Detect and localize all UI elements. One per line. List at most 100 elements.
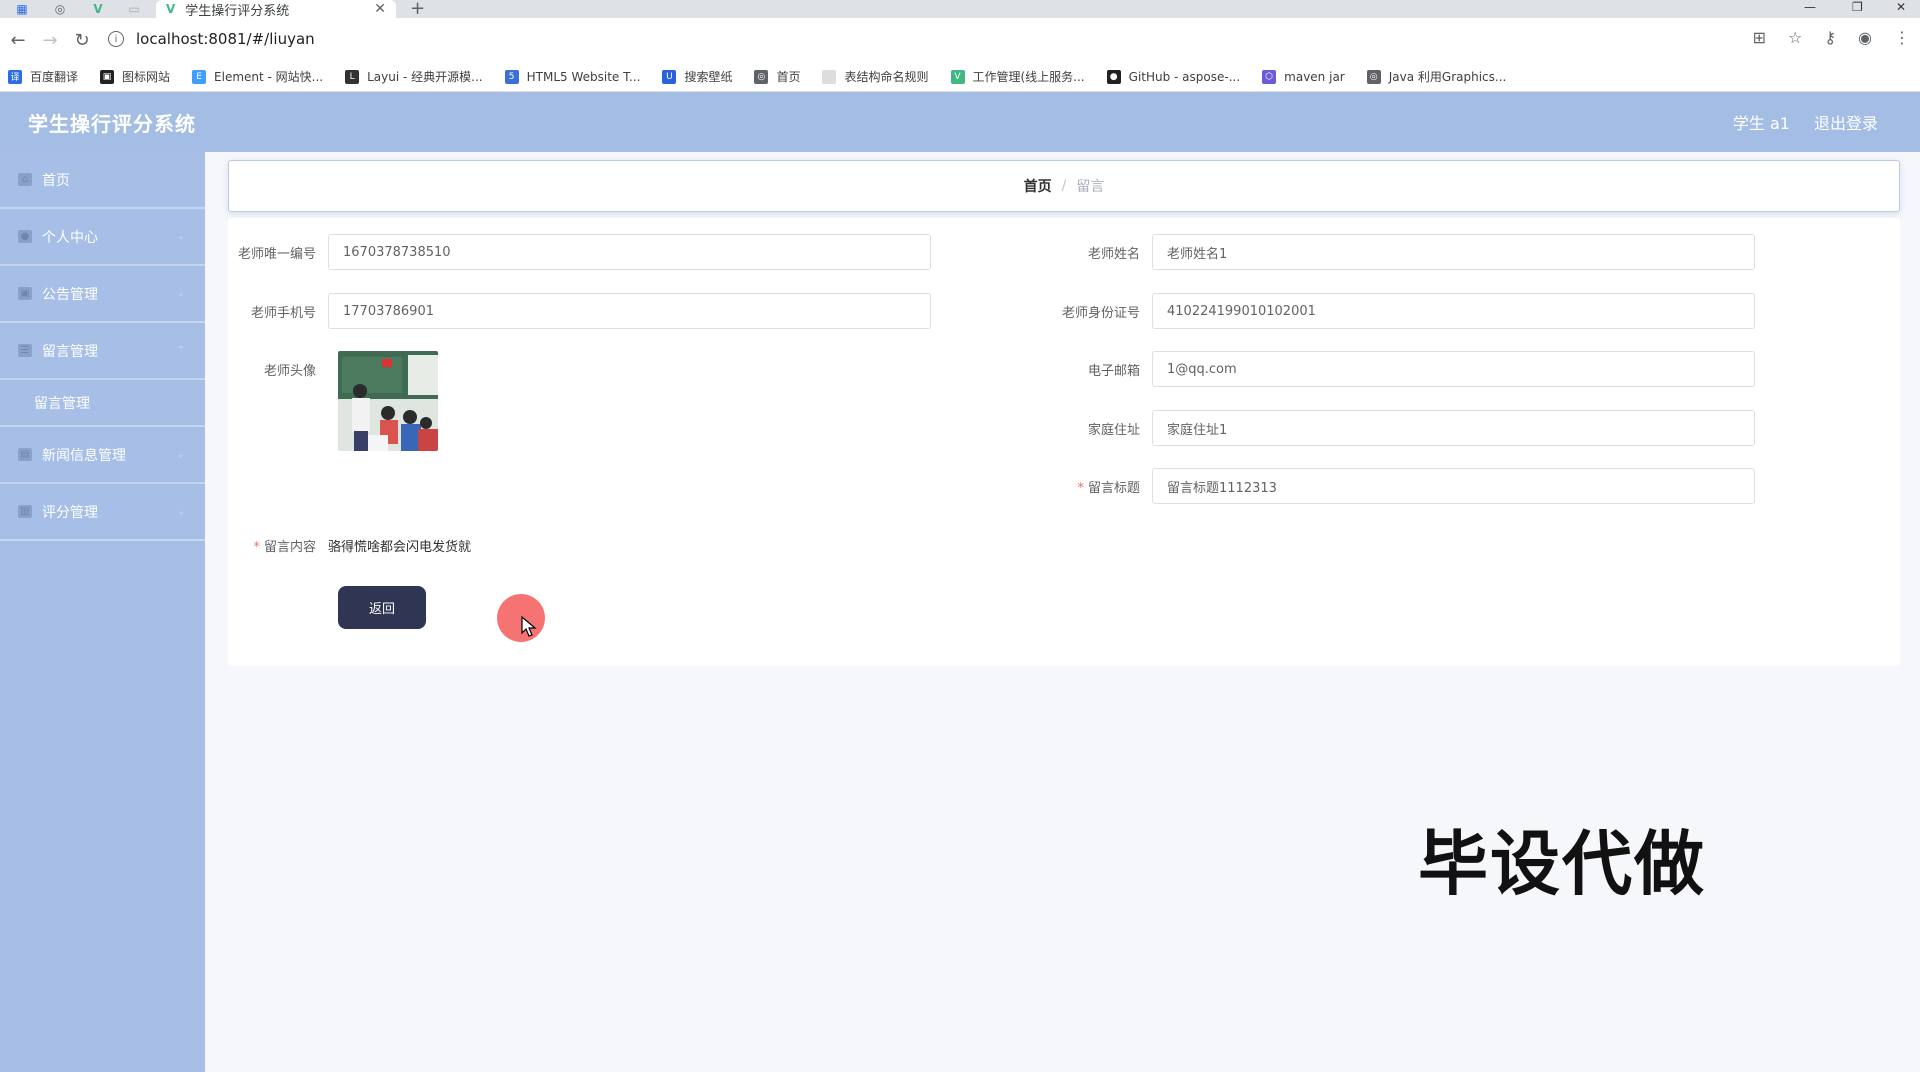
bookmark-item[interactable]: 译百度翻译 — [8, 68, 78, 85]
maven-icon: ⬡ — [1262, 69, 1277, 84]
bookmark-label: maven jar — [1284, 69, 1345, 84]
bookmarks-bar: 译百度翻译 ▣ 图标网站 E Element - 网站快... L Layui - 经典开源… — [0, 62, 1920, 92]
sidebar-item-messages[interactable]: ☰ 留言管理 ⌃ — [0, 323, 205, 380]
pinned-tab-3[interactable]: V — [80, 0, 116, 18]
bookmark-label: 百度翻译 — [30, 70, 79, 84]
layui-icon: L — [345, 69, 360, 84]
close-tab-icon[interactable]: ✕ — [374, 1, 386, 17]
browser-toolbar: ← → ↻ i localhost:8081/#/liuyan ⊞ ☆ ⚷ ◉ … — [0, 18, 1920, 62]
bookmark-label: 首页 — [776, 70, 801, 84]
bookmark-label: 搜索壁纸 — [684, 70, 733, 84]
message-content-text: 骆得慌啥都会闪电发货就 — [328, 539, 472, 555]
reload-icon[interactable]: ↻ — [66, 30, 98, 51]
pinned-tab-2[interactable]: ◎ — [42, 0, 78, 18]
watermark-text: 毕设代做 — [1418, 823, 1706, 905]
logout-link[interactable]: 退出登录 — [1814, 110, 1878, 134]
bookmark-item[interactable]: ▣ 图标网站 — [100, 68, 170, 85]
bookmark-item[interactable]: ● GitHub - aspose-... — [1106, 69, 1241, 84]
teacher-avatar-label: 老师头像 — [263, 363, 316, 379]
info-icon[interactable]: i — [108, 31, 124, 47]
chevron-down-icon: ⌄ — [176, 506, 185, 517]
bookmark-label: Java 利用Graphics... — [1388, 70, 1507, 84]
url-text: localhost:8081/#/liuyan — [136, 30, 315, 48]
active-tab[interactable]: V 学生操行评分系统 ✕ — [156, 0, 396, 19]
address-bar[interactable]: i localhost:8081/#/liuyan — [108, 24, 1788, 54]
bookmark-label: 表结构命名规则 — [844, 70, 929, 84]
teacher-avatar-row: 老师头像 — [228, 351, 328, 387]
sidebar-item-personal-center[interactable]: ● 个人中心 ⌄ — [0, 209, 205, 266]
bookmark-item[interactable]: U 搜索壁纸 — [662, 68, 732, 85]
bookmark-item[interactable]: V 工作管理(线上服务... — [950, 68, 1085, 85]
app-header: 学生操行评分系统 学生 a1 退出登录 — [0, 92, 1920, 152]
sidebar-subitem-label: 留言管理 — [34, 395, 90, 412]
page-icon: ▭ — [128, 2, 140, 16]
current-user: 学生 a1 — [1732, 114, 1790, 133]
key-icon[interactable]: ⚷ — [1824, 28, 1836, 47]
vue-icon: V — [93, 2, 103, 16]
bookmark-item[interactable]: 5 HTML5 Website T... — [504, 69, 640, 84]
user-icon: ● — [18, 230, 32, 243]
teacher-phone-row: 老师手机号 — [228, 293, 931, 329]
teacher-avatar-image[interactable] — [338, 351, 438, 451]
teacher-phone-label: 老师手机号 — [250, 305, 316, 321]
sidebar-item-notice[interactable]: ▣ 公告管理 ⌄ — [0, 266, 205, 323]
back-button[interactable]: 返回 — [338, 586, 426, 629]
restore-icon[interactable]: ❐ — [1852, 0, 1863, 14]
wallpaper-icon: U — [662, 69, 677, 84]
bookmark-item[interactable]: ⬡ maven jar — [1262, 69, 1345, 84]
teacher-phone-input[interactable] — [328, 293, 931, 329]
bookmark-star-icon[interactable]: ☆ — [1788, 28, 1802, 47]
new-tab-button[interactable]: + — [410, 0, 425, 19]
back-arrow-icon[interactable]: ← — [2, 30, 34, 51]
teacher-idcard-input[interactable] — [1152, 293, 1755, 329]
message-title-label: * 留言标题 — [1052, 477, 1152, 496]
chevron-down-icon: ⌄ — [176, 449, 185, 460]
message-title-input[interactable] — [1152, 468, 1755, 504]
bookmark-label: Layui - 经典开源模... — [367, 70, 483, 84]
profile-icon[interactable]: ◉ — [1858, 28, 1872, 47]
baidu-translate-icon: 译 — [8, 69, 22, 84]
close-window-icon[interactable]: ✕ — [1896, 0, 1906, 14]
app-favicon-icon: ▦ — [16, 2, 28, 16]
chevron-up-icon: ⌃ — [176, 345, 185, 356]
forward-arrow-icon[interactable]: → — [34, 30, 66, 51]
iconfont-icon: ▣ — [100, 69, 115, 84]
toolbar-actions: ⊞ ☆ ⚷ ◉ ⋮ — [1753, 28, 1910, 47]
sidebar-subitem-messages[interactable]: 留言管理 — [0, 380, 205, 427]
translate-icon[interactable]: ⊞ — [1753, 28, 1766, 47]
teacher-name-input[interactable] — [1152, 234, 1755, 270]
sidebar-item-label: 留言管理 — [42, 343, 98, 360]
vue-icon: V — [166, 2, 176, 16]
pinned-tab-1[interactable]: ▦ — [4, 0, 40, 18]
teacher-name-label: 老师姓名 — [1087, 246, 1140, 262]
pinned-tab-4[interactable]: ▭ — [116, 0, 152, 18]
email-input[interactable] — [1152, 351, 1755, 387]
sidebar-item-label: 公告管理 — [42, 286, 98, 303]
list-icon: ☰ — [18, 344, 32, 357]
sidebar-item-label: 首页 — [42, 172, 70, 189]
vue-icon: V — [950, 69, 965, 84]
sidebar-item-home[interactable]: ⌂ 首页 — [0, 152, 205, 209]
sidebar-item-news[interactable]: ▤ 新闻信息管理 ⌄ — [0, 427, 205, 484]
teacher-id-input[interactable] — [328, 234, 931, 270]
bookmark-item[interactable]: 表结构命名规则 — [822, 68, 929, 85]
bookmark-label: GitHub - aspose-... — [1128, 69, 1241, 84]
bookmark-item[interactable]: ◎ Java 利用Graphics... — [1366, 68, 1507, 85]
sidebar: ⌂ 首页 ● 个人中心 ⌄ ▣ 公告管理 ⌄ ☰ 留言管理 ⌃ 留言管理 ▤ 新… — [0, 152, 205, 1072]
sidebar-item-label: 评分管理 — [42, 504, 98, 521]
sidebar-item-score[interactable]: ▥ 评分管理 ⌄ — [0, 484, 205, 541]
breadcrumb-home[interactable]: 首页 — [1024, 176, 1052, 196]
address-input[interactable] — [1152, 410, 1755, 446]
chevron-down-icon: ⌄ — [176, 231, 185, 242]
bookmark-item[interactable]: ◎ 首页 — [754, 68, 800, 85]
browser-tab-strip: ▦ ◎ V ▭ V 学生操行评分系统 ✕ + — ❐ ✕ — [0, 0, 1920, 19]
menu-dots-icon[interactable]: ⋮ — [1894, 28, 1910, 47]
bookmark-item[interactable]: E Element - 网站快... — [192, 68, 323, 85]
element-icon: E — [192, 69, 207, 84]
minimize-icon[interactable]: — — [1804, 0, 1816, 14]
teacher-idcard-label: 老师身份证号 — [1061, 305, 1140, 321]
bookmark-item[interactable]: L Layui - 经典开源模... — [345, 68, 483, 85]
message-content-label-text: 留言内容 — [263, 539, 316, 555]
app-title: 学生操行评分系统 — [28, 111, 196, 136]
message-title-label-text: 留言标题 — [1087, 480, 1140, 496]
